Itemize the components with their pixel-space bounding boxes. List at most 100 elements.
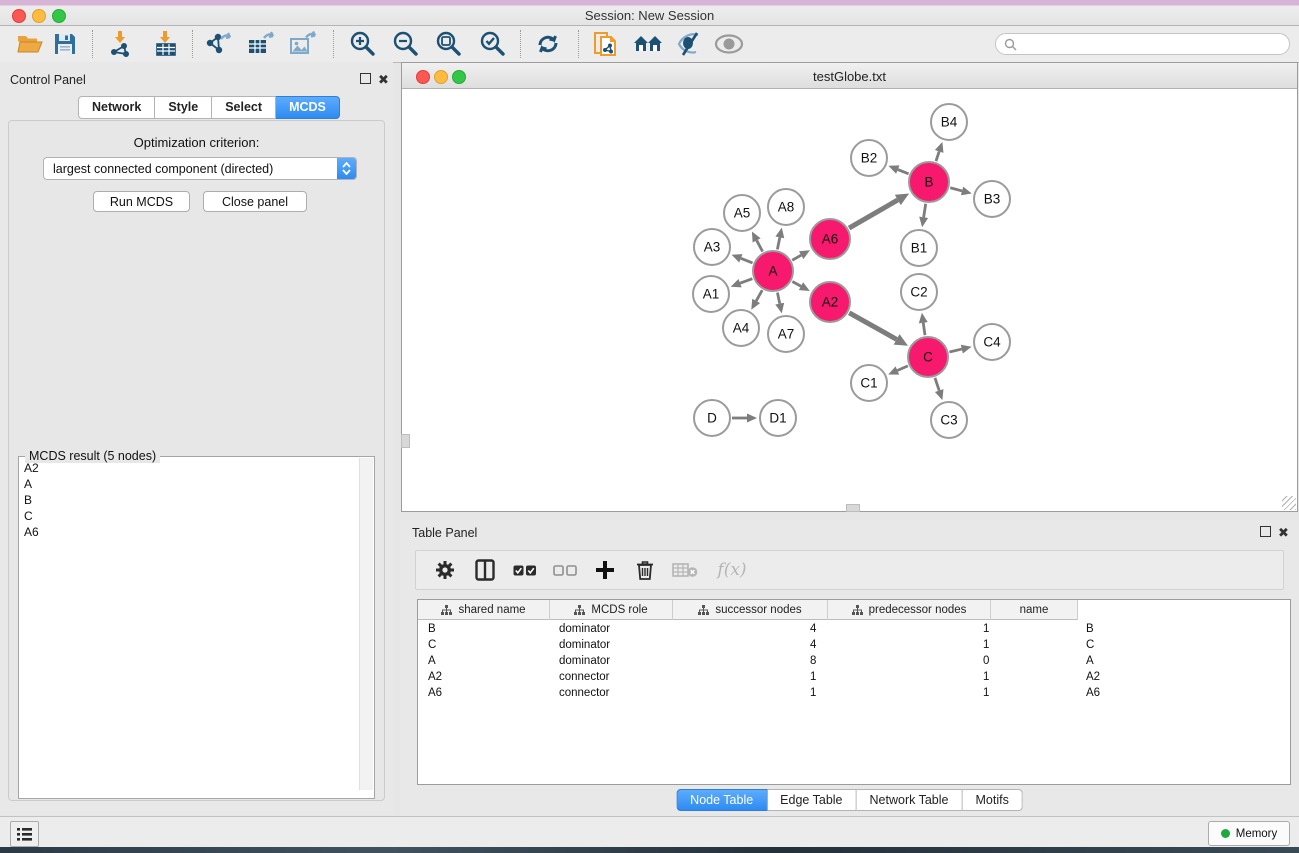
graph-node-A8[interactable]: A8: [768, 189, 804, 225]
graph-edge-B-B4[interactable]: [935, 142, 944, 161]
mcds-result-item[interactable]: C: [20, 508, 360, 524]
zoom-in-icon[interactable]: [345, 29, 379, 59]
graph-edge-A-A7[interactable]: [775, 293, 784, 314]
gear-icon[interactable]: [432, 557, 458, 583]
tab-mcds[interactable]: MCDS: [276, 96, 340, 119]
graph-edge-C-C2[interactable]: [919, 313, 928, 335]
graph-edge-C-C4[interactable]: [949, 345, 971, 354]
graph-node-D[interactable]: D: [694, 400, 730, 436]
select-all-icon[interactable]: [512, 557, 538, 583]
graph-edge-A-A4[interactable]: [751, 290, 762, 310]
mcds-result-list[interactable]: A2ABCA6: [20, 460, 360, 540]
table-row[interactable]: Adominator80A: [418, 654, 1291, 670]
delete-column-icon[interactable]: [632, 557, 658, 583]
save-icon[interactable]: [48, 29, 82, 59]
tab-network[interactable]: Network: [78, 96, 155, 119]
memory-button[interactable]: Memory: [1208, 821, 1290, 846]
export-image-icon[interactable]: [286, 29, 320, 59]
graph-node-A1[interactable]: A1: [693, 276, 729, 312]
close-panel-icon[interactable]: ✖: [378, 72, 389, 88]
import-table-icon[interactable]: [149, 29, 183, 59]
table-close-panel-icon[interactable]: ✖: [1278, 525, 1289, 541]
zoom-fit-icon[interactable]: [431, 29, 465, 59]
graph-node-C3[interactable]: C3: [931, 402, 967, 438]
mcds-result-item[interactable]: B: [20, 492, 360, 508]
node-table[interactable]: shared nameMCDS rolesuccessor nodesprede…: [417, 599, 1291, 785]
run-mcds-button[interactable]: Run MCDS: [93, 191, 190, 212]
graph-node-A2[interactable]: A2: [810, 282, 850, 322]
clone-network-icon[interactable]: [590, 29, 624, 59]
graph-node-B1[interactable]: B1: [901, 230, 937, 266]
graph-node-B[interactable]: B: [909, 162, 949, 202]
mcds-result-item[interactable]: A2: [20, 460, 360, 476]
optimization-criterion-dropdown[interactable]: largest connected component (directed): [43, 157, 357, 180]
resize-grip-icon[interactable]: [1282, 496, 1296, 510]
mcds-result-item[interactable]: A6: [20, 524, 360, 540]
graph-node-B4[interactable]: B4: [931, 104, 967, 140]
tab-select[interactable]: Select: [212, 96, 276, 119]
graph-edge-B-B2[interactable]: [888, 165, 908, 173]
mcds-result-item[interactable]: A: [20, 476, 360, 492]
graph-node-A4[interactable]: A4: [723, 310, 759, 346]
tab-edge-table[interactable]: Edge Table: [767, 789, 856, 811]
table-float-panel-icon[interactable]: [1260, 526, 1271, 537]
float-panel-icon[interactable]: [360, 73, 371, 84]
table-row[interactable]: Cdominator41C: [418, 638, 1291, 654]
graph-edge-C-C1[interactable]: [888, 366, 908, 375]
graph-edge-A2-C[interactable]: [849, 313, 908, 346]
graph-node-A5[interactable]: A5: [724, 195, 760, 231]
column-header-MCDS-role[interactable]: MCDS role: [550, 600, 673, 620]
graph-node-D1[interactable]: D1: [760, 400, 796, 436]
zoom-selected-icon[interactable]: [475, 29, 509, 59]
close-panel-button[interactable]: Close panel: [203, 191, 307, 212]
tab-motifs[interactable]: Motifs: [962, 789, 1022, 811]
table-row[interactable]: A2connector11A2: [418, 670, 1291, 686]
canvas-bottom-edge-handle[interactable]: [846, 504, 860, 512]
graph-node-B3[interactable]: B3: [974, 181, 1010, 217]
task-history-button[interactable]: [10, 821, 39, 847]
graph-edge-A-A5[interactable]: [752, 232, 763, 252]
hide-graphics-icon[interactable]: [672, 29, 706, 59]
graph-node-C1[interactable]: C1: [851, 365, 887, 401]
graph-edge-B-B1[interactable]: [919, 204, 928, 227]
zoom-out-icon[interactable]: [388, 29, 422, 59]
refresh-icon[interactable]: [531, 29, 565, 59]
tab-style[interactable]: Style: [155, 96, 212, 119]
graph-edge-B-B3[interactable]: [950, 187, 971, 196]
tab-node-table[interactable]: Node Table: [676, 789, 767, 811]
graph-node-C4[interactable]: C4: [974, 324, 1010, 360]
graph-node-A7[interactable]: A7: [768, 316, 804, 352]
deselect-all-icon[interactable]: [552, 557, 578, 583]
graph-edge-A-A6[interactable]: [792, 250, 810, 260]
graph-node-C2[interactable]: C2: [901, 274, 937, 310]
export-table-icon[interactable]: [244, 29, 278, 59]
graph-node-C[interactable]: C: [908, 337, 948, 377]
graph-node-B2[interactable]: B2: [851, 140, 887, 176]
canvas-left-edge-handle[interactable]: [401, 434, 410, 448]
table-row[interactable]: Bdominator41B: [418, 622, 1291, 638]
column-header-predecessor-nodes[interactable]: predecessor nodes: [828, 600, 991, 620]
search-input[interactable]: [995, 33, 1290, 55]
graph-edge-A-A1[interactable]: [731, 279, 753, 288]
mcds-result-scrollbar[interactable]: [359, 458, 373, 790]
column-header-shared-name[interactable]: shared name: [418, 600, 550, 620]
graph-edge-C-C3[interactable]: [935, 378, 944, 400]
graph-edge-A-A8[interactable]: [775, 228, 784, 250]
function-builder-icon[interactable]: f(x): [712, 557, 752, 583]
delete-table-icon[interactable]: [672, 557, 698, 583]
show-graphics-icon[interactable]: [712, 29, 746, 59]
home-icon[interactable]: [631, 29, 665, 59]
tab-network-table[interactable]: Network Table: [857, 789, 963, 811]
graph-node-A6[interactable]: A6: [810, 219, 850, 259]
network-canvas[interactable]: B4B2BB3A5A8A6A3B1AA1C2A2A4A7C4CC1C3DD1: [402, 89, 1297, 511]
graph-node-A[interactable]: A: [753, 251, 793, 291]
graph-edge-A6-B[interactable]: [849, 193, 909, 228]
import-network-icon[interactable]: [103, 29, 137, 59]
export-network-icon[interactable]: [201, 29, 235, 59]
column-header-successor-nodes[interactable]: successor nodes: [673, 600, 828, 620]
graph-edge-A-A2[interactable]: [792, 282, 809, 292]
column-header-name[interactable]: name: [991, 600, 1078, 620]
network-window-titlebar[interactable]: testGlobe.txt: [402, 63, 1297, 89]
add-column-icon[interactable]: [592, 557, 618, 583]
graph-edge-D-D1[interactable]: [732, 414, 757, 423]
